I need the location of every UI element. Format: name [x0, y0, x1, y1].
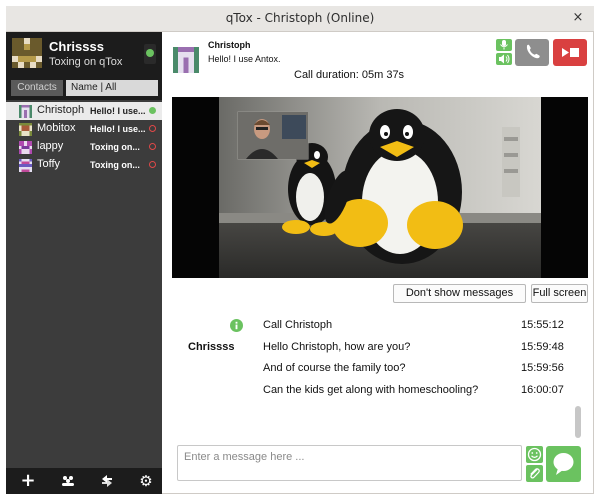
video-icon: [562, 48, 579, 57]
contact-last-message: Toxing on...: [90, 160, 140, 170]
sidebar: Chrissss Toxing on qTox Contacts Name | …: [6, 32, 162, 494]
contact-item-mobitox[interactable]: Mobitox Hello! I use...: [6, 120, 162, 138]
offline-status-icon: [149, 161, 156, 168]
message-input[interactable]: [177, 445, 522, 481]
window-title: qTox - Christoph (Online): [225, 11, 375, 25]
contact-last-message: Hello! I use...: [90, 106, 146, 116]
contact-item-lappy[interactable]: lappy Toxing on...: [6, 138, 162, 156]
contact-name: Toffy: [37, 158, 61, 170]
contact-filter-row: Contacts Name | All: [6, 76, 162, 100]
contact-name: Christoph: [37, 104, 85, 116]
contact-avatar: [19, 105, 32, 118]
message-text: Hello Christoph, how are you?: [263, 341, 411, 353]
message-time: 16:00:07: [521, 384, 564, 396]
volume-button[interactable]: [496, 53, 512, 65]
message-time: 15:59:56: [521, 362, 564, 374]
call-duration: Call duration: 05m 37s: [294, 69, 405, 81]
message-text: And of course the family too?: [263, 362, 406, 374]
offline-status-icon: [149, 143, 156, 150]
self-avatar[interactable]: [12, 38, 42, 68]
chat-contact-name: Christoph: [208, 40, 251, 50]
speaker-icon: [499, 54, 510, 64]
video-frame: [172, 97, 588, 278]
dont-show-messages-button[interactable]: Don't show messages: [393, 284, 526, 303]
attach-file-button[interactable]: [526, 465, 543, 482]
file-transfer-icon[interactable]: [97, 472, 117, 490]
contact-avatar: [19, 159, 32, 172]
offline-status-icon: [149, 125, 156, 132]
message-text: Can the kids get along with homeschoolin…: [263, 384, 479, 396]
contact-name: lappy: [37, 140, 64, 152]
end-video-call-button[interactable]: [553, 39, 587, 66]
online-status-icon: [149, 107, 156, 114]
contact-last-message: Hello! I use...: [90, 124, 146, 134]
sidebar-toolbar: + ⚙: [6, 468, 162, 494]
message-time: 15:59:48: [521, 341, 564, 353]
smiley-icon: [527, 447, 542, 462]
microphone-icon: [500, 40, 508, 50]
status-selector[interactable]: [144, 44, 156, 64]
contact-item-christoph[interactable]: Christoph Hello! I use...: [6, 102, 162, 120]
contact-item-toffy[interactable]: Toffy Toxing on...: [6, 156, 162, 174]
chat-contact-status: Hello! I use Antox.: [208, 54, 281, 64]
contact-name: Mobitox: [37, 122, 76, 134]
title-bar: qTox - Christoph (Online) ×: [6, 6, 594, 32]
microphone-button[interactable]: [496, 39, 512, 51]
emoji-button[interactable]: [526, 446, 543, 463]
self-status-message[interactable]: Toxing on qTox: [49, 56, 122, 68]
contact-list: Christoph Hello! I use... Mobitox Hello!…: [6, 102, 162, 174]
send-button[interactable]: [546, 446, 581, 482]
phone-icon: [526, 44, 540, 59]
chat-contact-avatar: [173, 47, 199, 73]
paperclip-icon: [530, 468, 540, 479]
chat-scrollbar[interactable]: [575, 406, 581, 438]
info-icon: [230, 319, 243, 332]
message-time: 15:55:12: [521, 319, 564, 331]
online-status-icon: [146, 49, 154, 57]
close-icon[interactable]: ×: [570, 10, 586, 26]
self-profile[interactable]: Chrissss Toxing on qTox: [6, 32, 162, 76]
contact-avatar: [19, 141, 32, 154]
message-author: Chrissss: [188, 341, 235, 353]
settings-icon[interactable]: ⚙: [136, 472, 156, 490]
contact-sort-select[interactable]: Name | All: [66, 80, 158, 96]
contacts-search-input[interactable]: Contacts: [11, 80, 63, 96]
audio-call-button[interactable]: [515, 39, 549, 66]
group-icon[interactable]: [58, 472, 78, 490]
full-screen-button[interactable]: Full screen: [531, 284, 588, 303]
speech-bubble-icon: [553, 453, 574, 475]
self-name[interactable]: Chrissss: [49, 39, 104, 54]
video-view[interactable]: [172, 97, 588, 278]
contact-avatar: [19, 123, 32, 136]
message-text: Call Christoph: [263, 319, 333, 331]
contact-last-message: Toxing on...: [90, 142, 140, 152]
add-friend-icon[interactable]: +: [18, 472, 38, 490]
